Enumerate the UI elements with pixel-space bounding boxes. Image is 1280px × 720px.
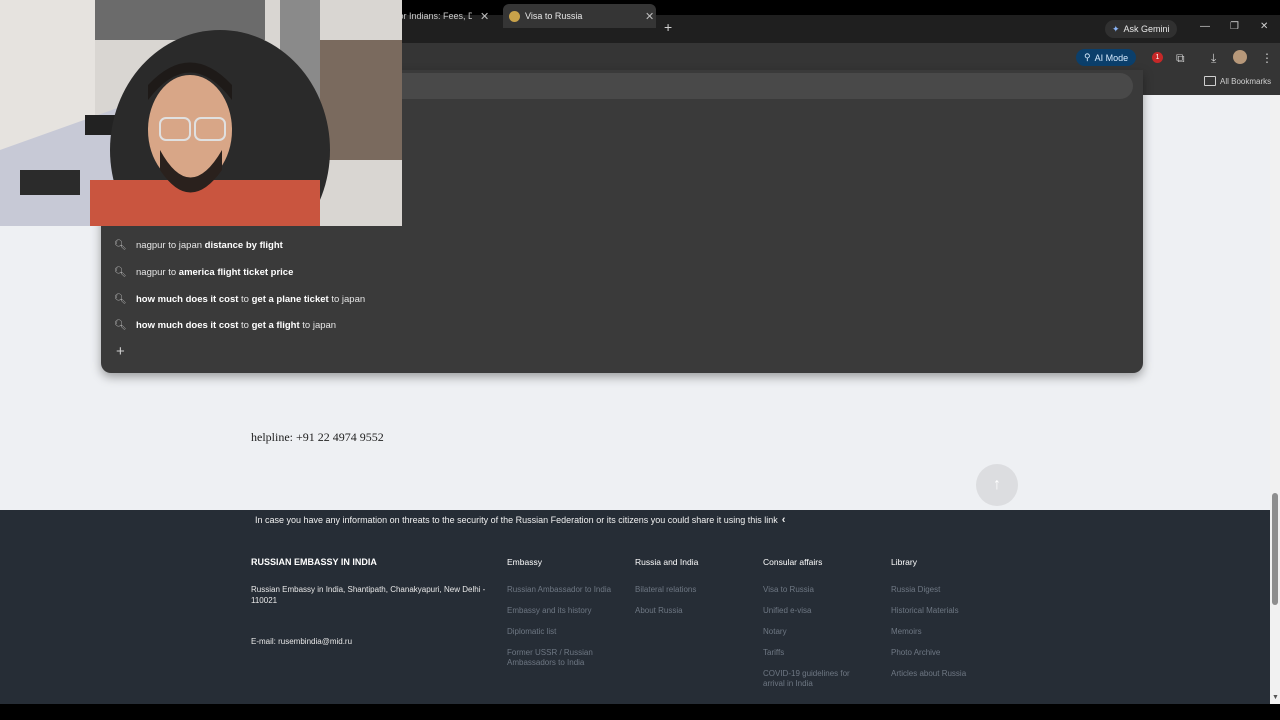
ai-mode-button[interactable]: ⚲ AI Mode [1076, 49, 1137, 66]
all-bookmarks-button[interactable]: All Bookmarks [1204, 76, 1271, 86]
footer-column-embassy: Embassy Russian Ambassador to India Emba… [507, 557, 627, 679]
scrollbar-thumb[interactable] [1272, 493, 1278, 605]
embassy-title: RUSSIAN EMBASSY IN INDIA [251, 557, 377, 567]
search-icon: 🔍︎ [114, 266, 127, 278]
footer-link[interactable]: Visa to Russia [763, 585, 883, 595]
profile-avatar[interactable] [1233, 50, 1247, 64]
restore-icon[interactable]: ❐ [1230, 21, 1239, 32]
suggestion-text: how much does it cost to get a plane tic… [136, 293, 366, 305]
scrollbar-track[interactable] [1270, 95, 1280, 704]
footer-column-heading: Embassy [507, 557, 542, 567]
footer-link[interactable]: Diplomatic list [507, 627, 627, 637]
footer-column-heading: Russia and India [635, 557, 699, 567]
ask-gemini-label: Ask Gemini [1123, 24, 1170, 34]
suggestion-item[interactable]: 🔍︎ how much does it cost to get a flight… [114, 313, 714, 337]
scroll-down-icon[interactable]: ▼ [1272, 694, 1279, 701]
puzzle-icon[interactable]: ⧉ [1176, 51, 1185, 66]
suggestion-text: nagpur to america flight ticket price [136, 266, 294, 278]
footer-link[interactable]: Embassy and its history [507, 606, 627, 616]
footer-link[interactable]: About Russia [635, 606, 755, 616]
add-shortcut-icon[interactable]: + [116, 343, 125, 360]
footer-column-consular: Consular affairs Visa to Russia Unified … [763, 557, 883, 700]
footer-link[interactable]: Unified e-visa [763, 606, 883, 616]
tab-visa-fees[interactable]: for Indians: Fees, Du ✕ [396, 4, 498, 28]
search-icon: 🔍︎ [114, 319, 127, 331]
footer-link[interactable]: Tariffs [763, 648, 883, 658]
footer-link[interactable]: Russia Digest [891, 585, 1011, 595]
ask-gemini-button[interactable]: ✦ Ask Gemini [1105, 20, 1177, 38]
close-icon[interactable]: ✕ [1260, 21, 1268, 32]
threat-notice-link[interactable]: In case you have any information on thre… [255, 514, 785, 526]
close-tab-icon[interactable]: ✕ [480, 10, 489, 23]
suggestion-item[interactable]: 🔍︎ nagpur to america flight ticket price [114, 260, 714, 284]
chevron-left-icon: ‹ [781, 514, 786, 526]
bottom-black-bar [0, 704, 1280, 720]
footer-link[interactable]: Former USSR / Russian Ambassadors to Ind… [507, 648, 607, 668]
suggestion-text: nagpur to japan distance by flight [136, 239, 283, 251]
footer-link[interactable]: Bilateral relations [635, 585, 755, 595]
webcam-overlay [0, 0, 402, 226]
embassy-favicon-icon [509, 10, 520, 22]
embassy-email[interactable]: E-mail: rusembindia@mid.ru [251, 637, 352, 646]
threat-notice-text: In case you have any information on thre… [255, 515, 778, 525]
embassy-address: Russian Embassy in India, Shantipath, Ch… [251, 585, 486, 605]
suggestion-item[interactable]: 🔍︎ how much does it cost to get a plane … [114, 287, 714, 311]
arrow-up-icon: ↑ [993, 476, 1001, 493]
footer-link[interactable]: Photo Archive [891, 648, 1011, 658]
suggestion-item[interactable]: 🔍︎ nagpur to japan distance by flight [114, 233, 714, 257]
download-icon[interactable]: ⤓ [1211, 51, 1216, 66]
back-to-top-button[interactable]: ↑ [976, 464, 1018, 506]
tab-visa-to-russia[interactable]: Visa to Russia ✕ [503, 4, 656, 28]
gemini-sparkle-icon: ✦ [1112, 23, 1120, 34]
minimize-icon[interactable]: — [1200, 21, 1210, 32]
tab-title: for Indians: Fees, Du [396, 11, 472, 21]
search-icon: 🔍︎ [114, 239, 127, 251]
footer-link[interactable]: COVID-19 guidelines for arrival in India [763, 669, 863, 689]
footer-link[interactable]: Articles about Russia [891, 669, 1011, 679]
helpline-text: helpline: +91 22 4974 9552 [251, 430, 384, 444]
folder-icon [1204, 76, 1216, 86]
suggestion-text: how much does it cost to get a flight to… [136, 319, 337, 331]
search-icon: 🔍︎ [114, 293, 127, 305]
footer-link[interactable]: Notary [763, 627, 883, 637]
kebab-menu-icon[interactable]: ⋮ [1261, 51, 1273, 65]
close-tab-icon[interactable]: ✕ [645, 10, 654, 23]
tab-title: Visa to Russia [525, 11, 583, 21]
all-bookmarks-label: All Bookmarks [1220, 76, 1272, 86]
footer-column-heading: Library [891, 557, 917, 567]
footer-link[interactable]: Russian Ambassador to India [507, 585, 627, 595]
extension-badge[interactable]: 1 [1152, 52, 1163, 63]
new-tab-icon[interactable]: + [664, 19, 672, 35]
webcam-person-image [0, 0, 402, 226]
ai-mode-label: AI Mode [1094, 52, 1129, 63]
footer-column-library: Library Russia Digest Historical Materia… [891, 557, 1011, 690]
footer-link[interactable]: Memoirs [891, 627, 1011, 637]
ai-search-icon: ⚲ [1084, 52, 1091, 62]
footer-link[interactable]: Historical Materials [891, 606, 1011, 616]
footer-column-russia-india: Russia and India Bilateral relations Abo… [635, 557, 755, 627]
footer-column-heading: Consular affairs [763, 557, 823, 567]
